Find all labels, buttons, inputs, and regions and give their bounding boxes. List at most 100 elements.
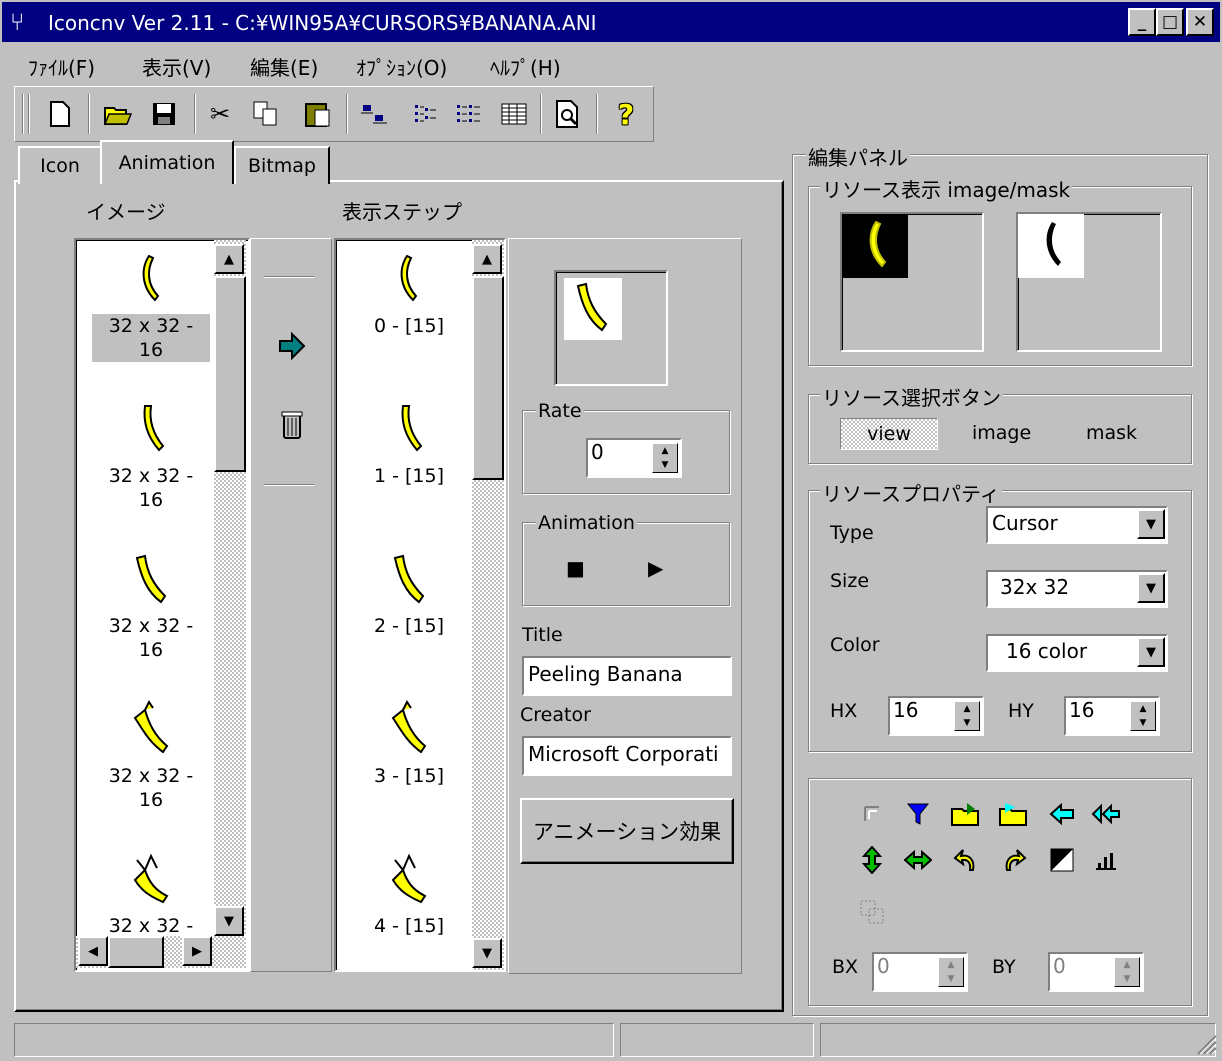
tab-bitmap[interactable]: Bitmap <box>234 146 330 184</box>
mask-preview[interactable] <box>1016 212 1162 352</box>
duplicate-icon[interactable] <box>852 892 892 932</box>
steps-list[interactable]: 0 - [15] 1 - [15] 2 - [15] 3 - [15] 4 - … <box>334 238 506 972</box>
close-button[interactable]: ✕ <box>1186 8 1214 36</box>
list-view-icon[interactable] <box>448 92 488 136</box>
step-item-label: 4 - [15] <box>373 915 445 937</box>
tab-icon[interactable]: Icon <box>18 146 102 184</box>
menu-edit[interactable]: 編集(E) <box>250 52 318 81</box>
add-step-arrow-icon[interactable] <box>278 331 306 365</box>
title-bar[interactable]: ⑂ Iconcnv Ver 2.11 - C:¥WIN95A¥CURSORS¥B… <box>2 2 1220 42</box>
banana-frame-0 <box>142 254 160 302</box>
menu-help[interactable]: ﾍﾙﾌﾟ(H) <box>490 52 561 81</box>
rate-value: 0 <box>591 440 604 464</box>
image-list-scroll-thumb[interactable] <box>214 276 246 472</box>
image-list-scroll-left[interactable]: ◀ <box>78 936 108 966</box>
stop-icon[interactable]: ■ <box>566 556 585 580</box>
shift-left-double-icon[interactable] <box>1086 794 1126 834</box>
status-pane-3 <box>820 1023 1216 1057</box>
type-value: Cursor <box>992 511 1058 535</box>
image-list-scroll-down[interactable]: ▼ <box>214 906 244 936</box>
flip-vertical-icon[interactable] <box>852 840 892 880</box>
rotate-right-icon[interactable] <box>994 840 1034 880</box>
shift-left-icon[interactable] <box>1042 794 1082 834</box>
steps-list-scroll-up[interactable]: ▲ <box>472 244 502 274</box>
large-icons-icon[interactable] <box>354 92 394 136</box>
color-label: Color <box>830 634 880 656</box>
chevron-down-icon[interactable]: ▼ <box>1137 637 1165 667</box>
hy-spin-buttons[interactable]: ▲ ▼ <box>1130 701 1156 731</box>
hx-label: HX <box>830 700 858 722</box>
banana-frame-0 <box>400 254 418 302</box>
flip-horizontal-icon[interactable] <box>898 840 938 880</box>
minimize-button[interactable]: _ <box>1128 8 1156 36</box>
image-button[interactable]: image <box>972 422 1031 444</box>
maximize-button[interactable]: □ <box>1156 8 1184 36</box>
funnel-icon[interactable] <box>898 794 938 834</box>
rotate-left-icon[interactable] <box>946 840 986 880</box>
list-item[interactable]: 32 x 32 -16 <box>92 700 210 812</box>
invert-colors-icon[interactable] <box>1042 840 1082 880</box>
tab-animation[interactable]: Animation <box>100 140 234 184</box>
cut-icon[interactable]: ✂ <box>200 92 240 136</box>
new-file-icon[interactable] <box>40 92 80 136</box>
chevron-down-icon[interactable]: ▼ <box>1137 573 1165 603</box>
window-title: Iconcnv Ver 2.11 - C:¥WIN95A¥CURSORS¥BAN… <box>48 11 597 35</box>
hy-spinner[interactable]: 16 ▲ ▼ <box>1064 696 1160 736</box>
rate-spin-buttons[interactable]: ▲ ▼ <box>652 443 678 473</box>
list-item[interactable]: 1 - [15] <box>350 400 468 488</box>
small-icons-icon[interactable] <box>406 92 446 136</box>
menu-options[interactable]: ｵﾌﾟｼｮﾝ(O) <box>356 52 447 81</box>
paste-icon[interactable] <box>298 92 338 136</box>
list-item[interactable]: 3 - [15] <box>350 700 468 788</box>
size-select[interactable]: 32x 32 ▼ <box>986 570 1168 608</box>
list-item[interactable]: 4 - [15] <box>350 850 468 938</box>
animation-effect-button[interactable]: アニメーション効果 <box>520 798 734 864</box>
bx-spinner[interactable]: 0 ▲ ▼ <box>872 952 968 992</box>
title-input[interactable]: Peeling Banana <box>522 656 732 696</box>
open-folder-icon[interactable] <box>98 92 138 136</box>
help-icon[interactable]: ? <box>606 92 646 136</box>
view-button[interactable]: view <box>840 418 938 450</box>
histogram-icon[interactable] <box>1086 840 1126 880</box>
color-select[interactable]: 16 color ▼ <box>986 634 1168 672</box>
hx-spinner[interactable]: 16 ▲ ▼ <box>888 696 984 736</box>
trash-icon[interactable] <box>280 410 304 447</box>
select-region-icon[interactable] <box>852 794 892 834</box>
hx-spin-buttons[interactable]: ▲ ▼ <box>954 701 980 731</box>
list-item[interactable]: 0 - [15] <box>350 250 468 338</box>
play-icon[interactable]: ▶ <box>648 556 663 580</box>
image-item-label: 32 x 32 - <box>108 915 194 937</box>
save-icon[interactable] <box>144 92 184 136</box>
image-list-scroll-up[interactable]: ▲ <box>214 244 244 274</box>
rate-spinner[interactable]: 0 ▲ ▼ <box>586 438 682 478</box>
menu-file[interactable]: ﾌｧｲﾙ(F) <box>28 52 95 81</box>
creator-input[interactable]: Microsoft Corporati <box>522 736 732 776</box>
by-label: BY <box>992 956 1016 978</box>
list-item[interactable]: 2 - [15] <box>350 550 468 638</box>
image-list-scroll-right[interactable]: ▶ <box>182 936 212 966</box>
mask-button[interactable]: mask <box>1086 422 1137 444</box>
list-item[interactable]: 32 x 32 -16 <box>92 550 210 662</box>
image-preview[interactable] <box>840 212 984 352</box>
steps-list-scroll-down[interactable]: ▼ <box>472 938 502 968</box>
list-item[interactable]: 32 x 32 -16 <box>92 250 210 362</box>
resize-grip-icon[interactable] <box>1194 1032 1218 1061</box>
list-item[interactable]: 32 x 32 - <box>92 850 210 938</box>
type-select[interactable]: Cursor ▼ <box>986 506 1168 544</box>
image-list[interactable]: 32 x 32 -16 32 x 32 -16 32 x 32 -16 32 x… <box>74 238 250 972</box>
by-spin-buttons[interactable]: ▲ ▼ <box>1114 957 1140 987</box>
chevron-down-icon[interactable]: ▼ <box>1137 509 1165 539</box>
steps-list-scroll-thumb[interactable] <box>472 276 504 480</box>
import-folder-icon[interactable] <box>946 794 986 834</box>
bx-spin-buttons[interactable]: ▲ ▼ <box>938 957 964 987</box>
list-item[interactable]: 32 x 32 -16 <box>92 400 210 512</box>
details-view-icon[interactable] <box>494 92 534 136</box>
menu-view[interactable]: 表示(V) <box>142 52 211 81</box>
divider <box>264 484 314 486</box>
copy-icon[interactable] <box>246 92 286 136</box>
preview-icon[interactable] <box>548 92 588 136</box>
image-list-hscroll-thumb[interactable] <box>108 936 164 968</box>
export-folder-icon[interactable] <box>994 794 1034 834</box>
banana-frame-4 <box>391 853 427 904</box>
by-spinner[interactable]: 0 ▲ ▼ <box>1048 952 1144 992</box>
